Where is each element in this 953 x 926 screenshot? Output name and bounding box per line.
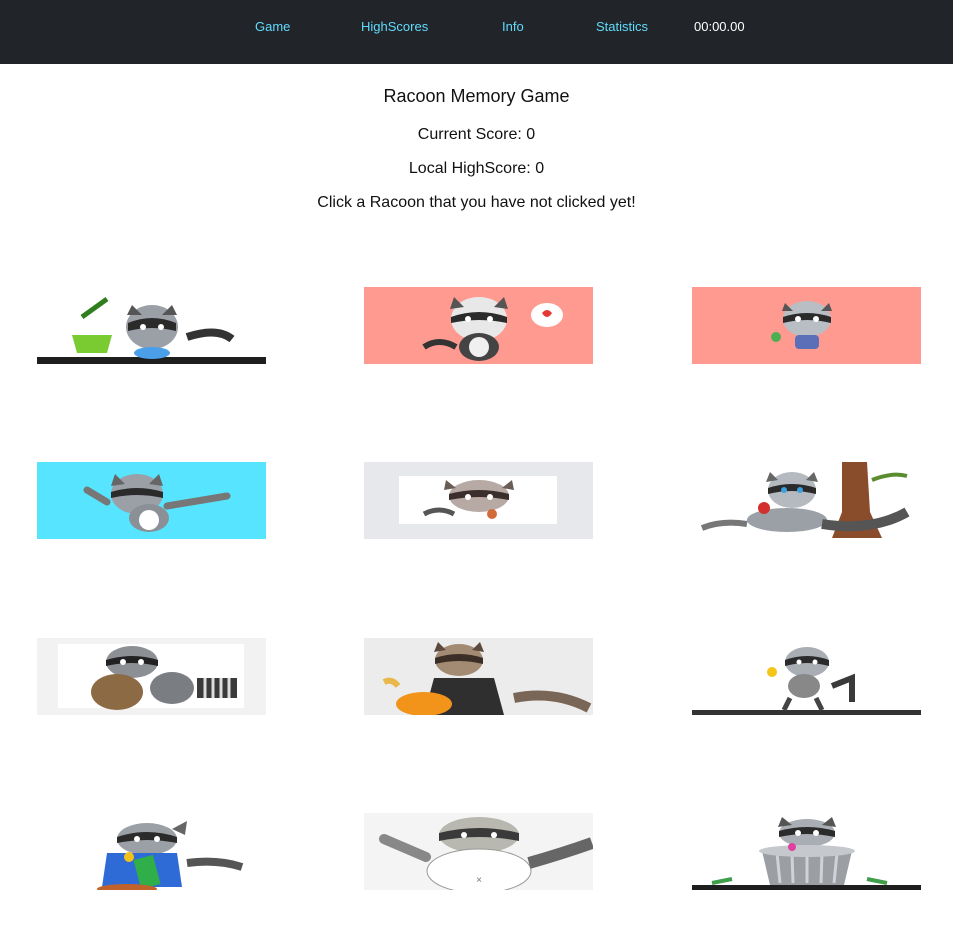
instruction-text: Click a Racoon that you have not clicked…	[317, 194, 636, 211]
raccoon-fluffy-icon: ×	[364, 813, 593, 890]
local-highscore: Local HighScore: 0	[408, 160, 545, 177]
raccoon-card-12[interactable]	[692, 813, 921, 890]
raccoon-book-icon	[37, 813, 266, 890]
game-timer: 00:00.00	[694, 19, 745, 34]
raccoon-small-icon	[692, 287, 921, 364]
current-score: Current Score: 0	[417, 126, 536, 143]
raccoon-card-1[interactable]	[37, 287, 266, 364]
raccoon-card-3[interactable]	[692, 287, 921, 364]
nav-statistics-link[interactable]: Statistics	[596, 19, 648, 34]
raccoon-heart-icon	[364, 287, 593, 364]
raccoon-honey-icon	[364, 638, 593, 715]
raccoon-sticker-icon	[364, 462, 593, 539]
raccoon-card-2[interactable]	[364, 287, 593, 364]
raccoon-money-bag-icon	[37, 638, 266, 715]
nav-game-link[interactable]: Game	[255, 19, 290, 34]
raccoon-trash-can-icon	[692, 813, 921, 890]
raccoon-apple-icon	[692, 462, 921, 539]
svg-text:×: ×	[476, 875, 482, 886]
raccoon-dabbing-icon	[37, 462, 266, 539]
raccoon-card-4[interactable]	[37, 462, 266, 539]
raccoon-card-9[interactable]	[692, 638, 921, 715]
raccoon-running-icon	[692, 638, 921, 715]
top-navbar: Game HighScores Info Statistics 00:00.00	[0, 0, 953, 64]
raccoon-card-11[interactable]: ×	[364, 813, 593, 890]
nav-highscores-link[interactable]: HighScores	[361, 19, 428, 34]
raccoon-card-7[interactable]	[37, 638, 266, 715]
page-title: Racoon Memory Game	[383, 86, 570, 106]
raccoon-card-8[interactable]	[364, 638, 593, 715]
raccoon-card-10[interactable]	[37, 813, 266, 890]
raccoon-card-6[interactable]	[692, 462, 921, 539]
raccoon-card-5[interactable]	[364, 462, 593, 539]
nav-info-link[interactable]: Info	[502, 19, 524, 34]
raccoon-cleaning-icon	[37, 287, 266, 364]
